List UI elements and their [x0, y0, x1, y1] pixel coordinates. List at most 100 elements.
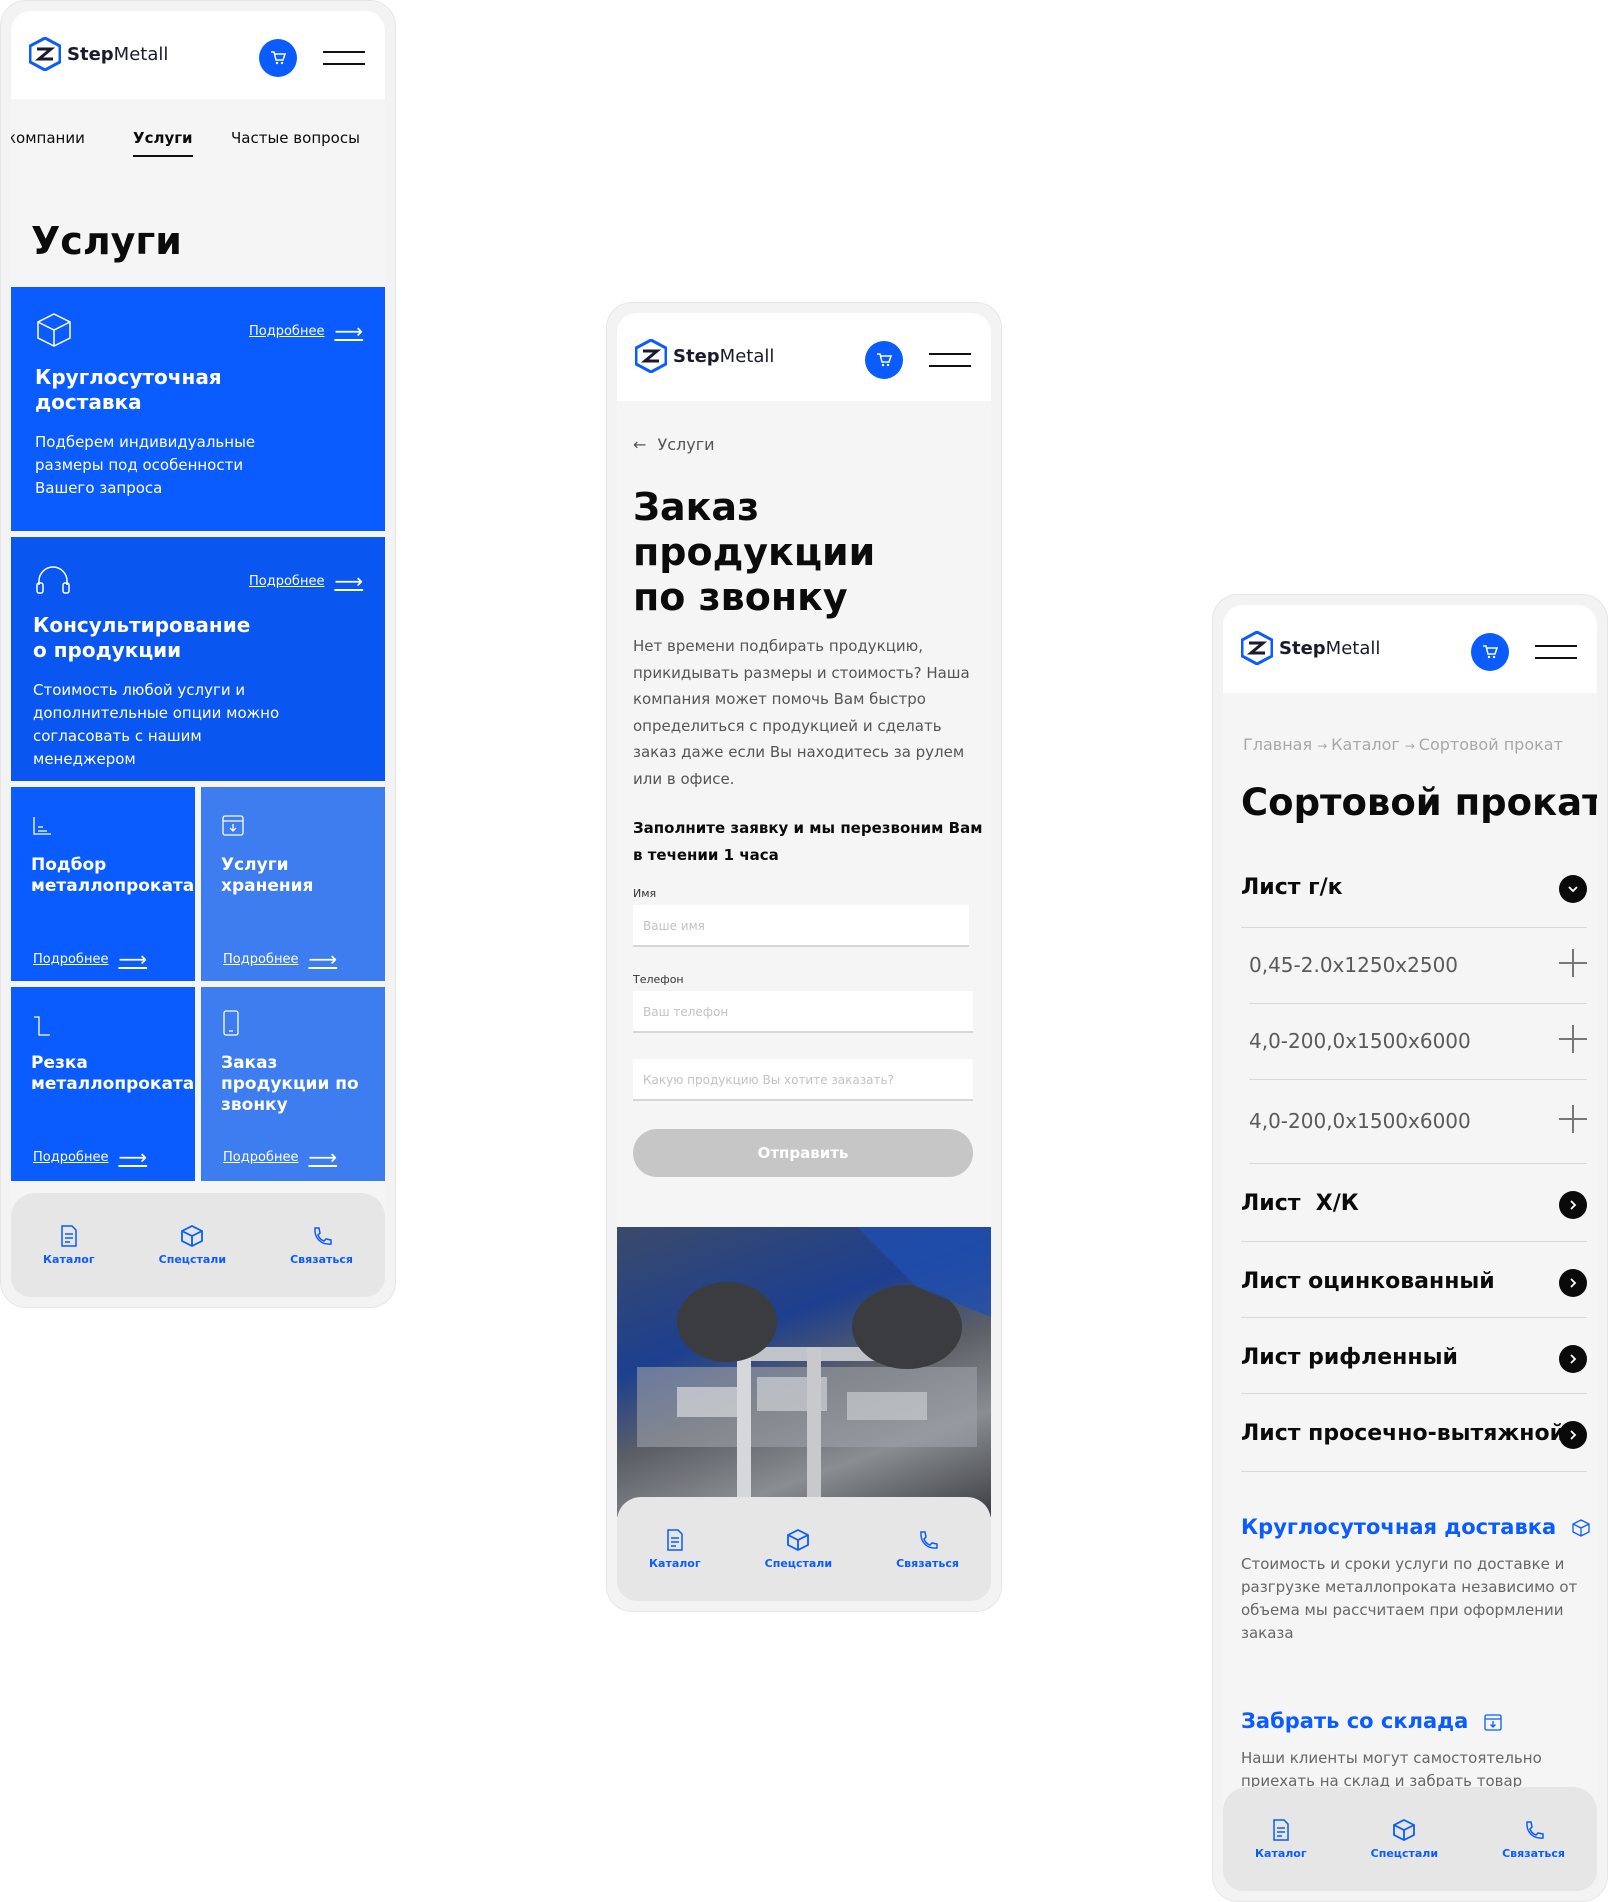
logo[interactable]: StepMetall: [635, 339, 774, 373]
box-icon: [37, 313, 71, 347]
arrow-right-icon: ⟶: [308, 1145, 338, 1169]
tab-contact[interactable]: Связаться: [290, 1225, 353, 1266]
accordion-subitem[interactable]: 4,0-200,0x1500x6000: [1249, 1003, 1587, 1080]
cart-button[interactable]: [259, 39, 297, 77]
logo[interactable]: StepMetall: [29, 37, 168, 71]
delivery-title[interactable]: Круглосуточная доставка: [1241, 1515, 1590, 1539]
more-link[interactable]: Подробнее ⟶: [33, 947, 147, 971]
arrow-right-icon: ⟶: [308, 947, 338, 971]
more-link[interactable]: Подробнее ⟶: [249, 569, 363, 593]
chevron-right-icon: [1559, 1421, 1587, 1449]
header: StepMetall: [617, 313, 991, 401]
bottom-tabbar: Каталог Спецстали Связаться: [617, 1497, 991, 1601]
plus-icon: [1559, 1025, 1587, 1053]
cart-button[interactable]: [865, 341, 903, 379]
service-card-consulting[interactable]: Подробнее ⟶ Консультирование о продукции …: [11, 537, 385, 781]
page-title: Сортовой прокат: [1241, 781, 1597, 824]
logo-icon: [29, 37, 61, 71]
chevron-right-icon: [1559, 1345, 1587, 1373]
more-link[interactable]: Подробнее ⟶: [223, 1145, 337, 1169]
service-desc: Подберем индивидуальные размеры под особ…: [35, 433, 256, 497]
cut-icon: [34, 1016, 50, 1036]
cart-icon: [877, 353, 892, 367]
breadcrumb-home[interactable]: Главная: [1243, 735, 1312, 754]
tab-catalog[interactable]: Каталог: [43, 1224, 95, 1266]
page-title: Заказ продукции по звонку: [633, 485, 876, 619]
service-card-call-order[interactable]: Заказ продукции по звонку Подробнее ⟶: [201, 987, 385, 1181]
tab-catalog[interactable]: Каталог: [649, 1528, 701, 1570]
more-link[interactable]: Подробнее ⟶: [33, 1145, 147, 1169]
more-link[interactable]: Подробнее ⟶: [223, 947, 337, 971]
breadcrumb-current: Сортовой прокат: [1418, 735, 1563, 754]
tab-special[interactable]: Спецстали: [159, 1224, 226, 1266]
tab-catalog[interactable]: Каталог: [1255, 1818, 1307, 1860]
subnav-item-company[interactable]: компании: [11, 129, 85, 147]
brand-regular: Metall: [719, 345, 775, 367]
document-icon: [61, 1224, 77, 1247]
chevron-right-icon: [1559, 1191, 1587, 1219]
phone-services: StepMetall компании Услуги Частые вопрос…: [0, 0, 396, 1308]
breadcrumb: Главная → Каталог → Сортовой прокат: [1243, 735, 1563, 754]
chevron-right-icon: →: [1404, 739, 1419, 753]
subnav-item-services[interactable]: Услуги: [133, 129, 193, 157]
cube-icon: [181, 1224, 204, 1247]
phone-input[interactable]: Ваш телефон: [633, 991, 973, 1033]
accordion-group[interactable]: Лист Х/К: [1241, 1163, 1587, 1242]
page-title: Услуги: [31, 219, 182, 263]
service-card-selection[interactable]: Подбор металлопроката Подробнее ⟶: [11, 787, 195, 981]
chevron-down-icon: [1559, 875, 1587, 903]
logo[interactable]: StepMetall: [1241, 631, 1380, 665]
logo-icon: [635, 339, 667, 373]
product-input[interactable]: Какую продукцию Вы хотите заказать?: [633, 1059, 973, 1101]
breadcrumb-catalog[interactable]: Каталог: [1331, 735, 1400, 754]
header: StepMetall: [11, 11, 385, 99]
name-label: Имя: [633, 887, 657, 900]
service-card-delivery[interactable]: Подробнее ⟶ Круглосуточная доставка Подбе…: [11, 287, 385, 531]
cart-button[interactable]: [1471, 633, 1509, 671]
service-desc: Стоимость любой услуги и дополнительные …: [33, 681, 280, 768]
brand-bold: Step: [67, 43, 114, 65]
service-title: Консультирование о продукции: [33, 613, 251, 662]
back-link[interactable]: ← Услуги: [633, 435, 715, 454]
chart-icon: [33, 817, 51, 835]
accordion-group[interactable]: Лист оцинкованный: [1241, 1241, 1587, 1318]
accordion-group-open[interactable]: Лист г/к: [1241, 863, 1587, 928]
name-input[interactable]: Ваше имя: [633, 905, 969, 947]
arrow-right-icon: ⟶: [118, 1145, 148, 1169]
phone-call-order: StepMetall ← Услуги Заказ продукции по з…: [606, 302, 1002, 1612]
service-title: Круглосуточная доставка: [35, 365, 222, 414]
tab-contact[interactable]: Связаться: [896, 1529, 959, 1570]
tab-special[interactable]: Спецстали: [1371, 1818, 1438, 1860]
menu-button[interactable]: [323, 51, 365, 65]
document-icon: [667, 1528, 683, 1551]
phone-handset-icon: [1525, 1820, 1544, 1839]
brand-regular: Metall: [113, 43, 169, 65]
caliper-illustration: [637, 1227, 991, 1497]
tab-contact[interactable]: Связаться: [1502, 1819, 1565, 1860]
more-link[interactable]: Подробнее ⟶: [249, 319, 363, 343]
document-icon: [1273, 1818, 1289, 1841]
pickup-title[interactable]: Забрать со склада: [1241, 1709, 1502, 1733]
brand-bold: Step: [1279, 637, 1326, 659]
accordion-subitem[interactable]: 4,0-200,0x1500x6000: [1249, 1079, 1587, 1164]
accordion-group[interactable]: Лист рифленный: [1241, 1317, 1587, 1394]
subnav-item-faq[interactable]: Частые вопросы: [231, 129, 360, 147]
cube-icon: [787, 1528, 810, 1551]
accordion-subitem[interactable]: 0,45-2.0x1250x2500: [1249, 927, 1587, 1004]
logo-icon: [1241, 631, 1273, 665]
accordion-group[interactable]: Лист просечно-вытяжной: [1241, 1393, 1587, 1472]
service-title: Услуги хранения: [221, 855, 314, 896]
intro-text: Нет времени подбирать продукцию, прикиды…: [633, 637, 970, 788]
submit-button[interactable]: Отправить: [633, 1129, 973, 1177]
tab-special[interactable]: Спецстали: [765, 1528, 832, 1570]
cart-icon: [271, 51, 286, 65]
service-card-cutting[interactable]: Резка металлопроката Подробнее ⟶: [11, 987, 195, 1181]
menu-button[interactable]: [1535, 645, 1577, 659]
cart-icon: [1483, 645, 1498, 659]
storage-icon: [1483, 1714, 1502, 1731]
brand-regular: Metall: [1325, 637, 1381, 659]
headset-icon: [36, 566, 70, 594]
service-card-storage[interactable]: Услуги хранения Подробнее ⟶: [201, 787, 385, 981]
menu-button[interactable]: [929, 353, 971, 367]
service-title: Подбор металлопроката: [31, 855, 195, 896]
